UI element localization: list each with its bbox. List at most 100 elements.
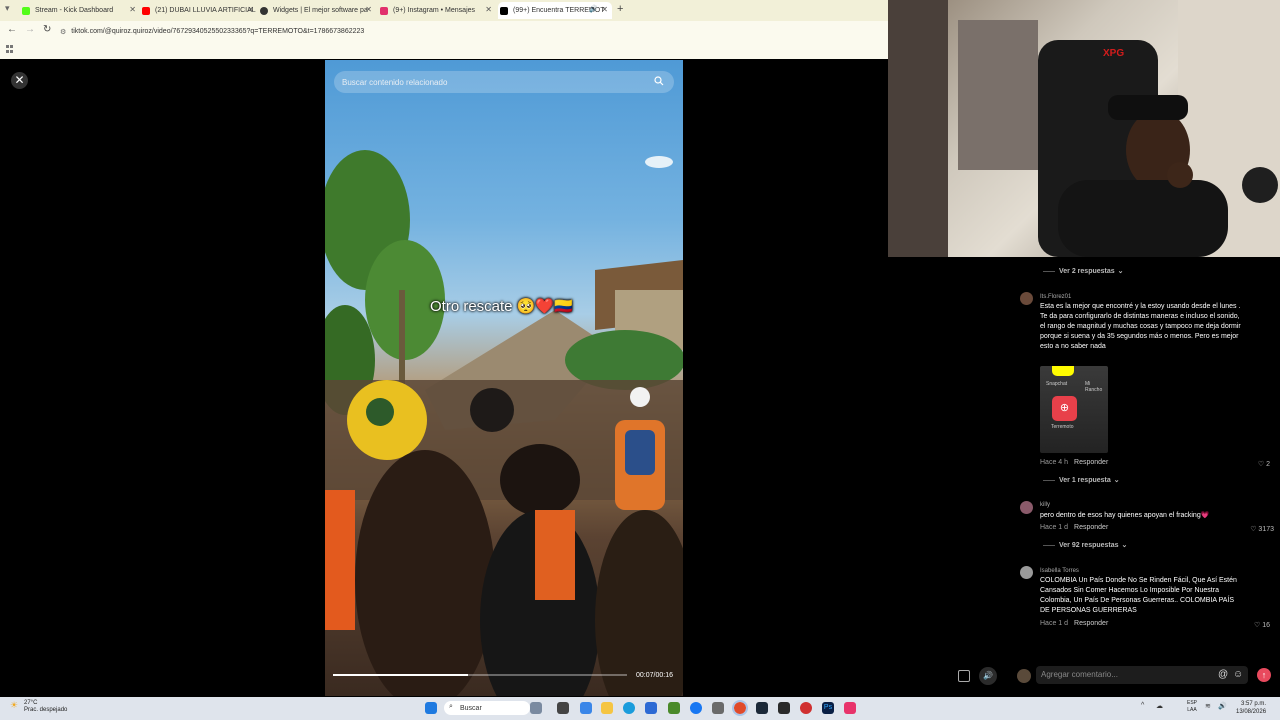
copilot-icon[interactable] [580,702,592,714]
task-view-icon[interactable] [557,702,569,714]
tab-youtube[interactable]: (21) DUBAI LLUVIA ARTIFICIAL ✕ [142,2,258,19]
weather-temp: 27°C [24,700,38,706]
view-replies-button[interactable]: Ver 92 respuestas ⌄ [1043,541,1127,549]
close-video-button[interactable]: ✕ [11,72,28,89]
reply-button[interactable]: Responder [1074,459,1108,466]
comment-image[interactable]: Snapchat Mi Rancho ⊕ Terremoto [1040,366,1108,453]
mention-icon[interactable]: @ [1218,669,1228,680]
edge-icon[interactable] [623,702,635,714]
like-count[interactable]: ♡ 16 [1250,621,1270,629]
site-info-icon[interactable]: ⚙ [60,28,66,36]
view-replies-button[interactable]: Ver 1 respuesta ⌄ [1043,476,1120,484]
related-search-input[interactable]: Buscar contenido relacionado [334,71,674,93]
game-icon[interactable] [668,702,680,714]
webcam-overlay: XPG [888,0,1280,257]
tab-kick[interactable]: Stream - Kick Dashboard ✕ [22,2,140,19]
report-icon[interactable] [958,670,970,682]
widgets-taskbar-icon[interactable] [530,702,542,714]
url-text: tiktok.com/@quiroz.quiroz/video/76729340… [71,28,365,35]
start-icon[interactable] [425,702,437,714]
video-frame [325,150,683,696]
like-count[interactable]: ♡ 3173 [1244,525,1274,533]
taskbar-search[interactable]: ⌕ Buscar [444,701,530,715]
photoshop-icon[interactable]: Ps [822,702,834,714]
comment-text: Esta es la mejor que encontré y la estoy… [1040,303,1241,350]
close-tab-icon[interactable]: ✕ [247,5,254,14]
heart-icon: ♡ [1257,461,1265,468]
svg-text:XPG: XPG [1103,48,1124,59]
comment-meta: Hace 4 h Responder [1040,459,1108,466]
cloud-icon[interactable]: ☁ [1156,702,1163,710]
reply-button[interactable]: Responder [1074,620,1108,627]
weather-desc: Prac. despejado [24,707,68,713]
browser-tab-bar: ▾ Stream - Kick Dashboard ✕ (21) DUBAI L… [0,0,888,21]
video-progress-fill [333,674,469,676]
comment-input-placeholder: Agregar comentario... [1041,670,1118,679]
comment-input[interactable]: Agregar comentario... [1036,666,1248,684]
comment-text: COLOMBIA Un País Donde No Se Rinden Fáci… [1040,577,1237,614]
avatar[interactable] [1020,501,1033,514]
send-button[interactable]: ↑ [1257,668,1271,682]
reply-button[interactable]: Responder [1074,524,1108,531]
volume-icon[interactable]: 🔊 [979,667,997,685]
tab-menu-icon[interactable]: ▾ [5,3,17,15]
app-icon[interactable] [844,702,856,714]
new-tab-button[interactable]: + [617,3,623,15]
video-player[interactable] [325,60,683,696]
settings-taskbar-icon[interactable] [712,702,724,714]
tab-label: (21) DUBAI LLUVIA ARTIFICIAL [155,7,256,14]
close-tab-icon[interactable]: ✕ [601,5,608,14]
file-explorer-icon[interactable] [601,702,613,714]
emoji-icon[interactable]: ☺ [1233,669,1243,680]
widgets-icon [260,6,268,15]
comment-username[interactable]: Isabella Torres [1040,568,1079,574]
apps-icon[interactable] [6,45,14,53]
url-field[interactable]: ⚙ tiktok.com/@quiroz.quiroz/video/767293… [60,24,880,39]
avatar [1017,669,1031,683]
steam-icon[interactable] [756,702,768,714]
back-icon[interactable]: ← [7,24,17,35]
search-icon[interactable] [654,76,664,86]
weather-widget[interactable]: ☀ 27°C Prac. despejado [10,700,67,714]
tiktok-icon [500,6,508,15]
view-replies-label: Ver 1 respuesta [1059,476,1111,484]
terminal-icon[interactable] [778,702,790,714]
view-replies-button[interactable]: Ver 2 respuestas ⌄ [1043,267,1124,275]
comment-meta: Hace 1 d Responder [1040,620,1108,627]
like-count[interactable]: ♡ 2 [1250,460,1270,468]
avatar[interactable] [1020,566,1033,579]
chrome-icon[interactable] [732,700,748,716]
volume-icon[interactable]: 🔊 [1218,702,1227,710]
obs-icon[interactable] [800,702,812,714]
store-icon[interactable] [645,702,657,714]
comment-meta: Hace 1 d Responder [1040,524,1108,531]
clock-date: 13/08/2026 [1236,709,1267,715]
taskbar-clock[interactable]: 3:57 p.m. 13/08/2026 [1236,700,1266,716]
comment-username[interactable]: killy [1040,502,1050,508]
comment-time: Hace 4 h [1040,459,1069,466]
tab-widgets[interactable]: Widgets | El mejor software pa ✕ [260,2,376,19]
chevron-up-icon[interactable]: ^ [1141,702,1144,709]
forward-icon[interactable]: → [25,24,35,35]
speaker-icon[interactable]: 🔊 [589,5,598,13]
heart-icon: ♡ [1253,622,1261,629]
language-indicator[interactable]: ESP LAA [1187,700,1197,714]
language-code: ESP [1187,700,1198,706]
like-number: 3173 [1258,526,1274,533]
video-progress-bar[interactable] [333,674,627,676]
like-number: 2 [1266,461,1270,468]
sun-icon: ☀ [10,700,19,710]
tab-tiktok[interactable]: (99+) Encuentra TERREMOT 🔊 ✕ [498,2,612,19]
close-tab-icon[interactable]: ✕ [129,5,136,14]
reload-icon[interactable]: ↻ [43,24,51,35]
comment-username[interactable]: Its.Florez01 [1040,294,1071,300]
view-replies-label: Ver 2 respuestas [1059,267,1115,275]
close-tab-icon[interactable]: ✕ [365,5,372,14]
close-tab-icon[interactable]: ✕ [485,5,492,14]
wifi-icon[interactable]: ≋ [1205,702,1211,710]
instagram-icon [380,6,388,15]
tab-instagram[interactable]: (9+) Instagram • Mensajes ✕ [380,2,496,19]
avatar[interactable] [1020,292,1033,305]
facebook-icon[interactable] [690,702,702,714]
app-label: Mi Rancho [1085,381,1103,393]
